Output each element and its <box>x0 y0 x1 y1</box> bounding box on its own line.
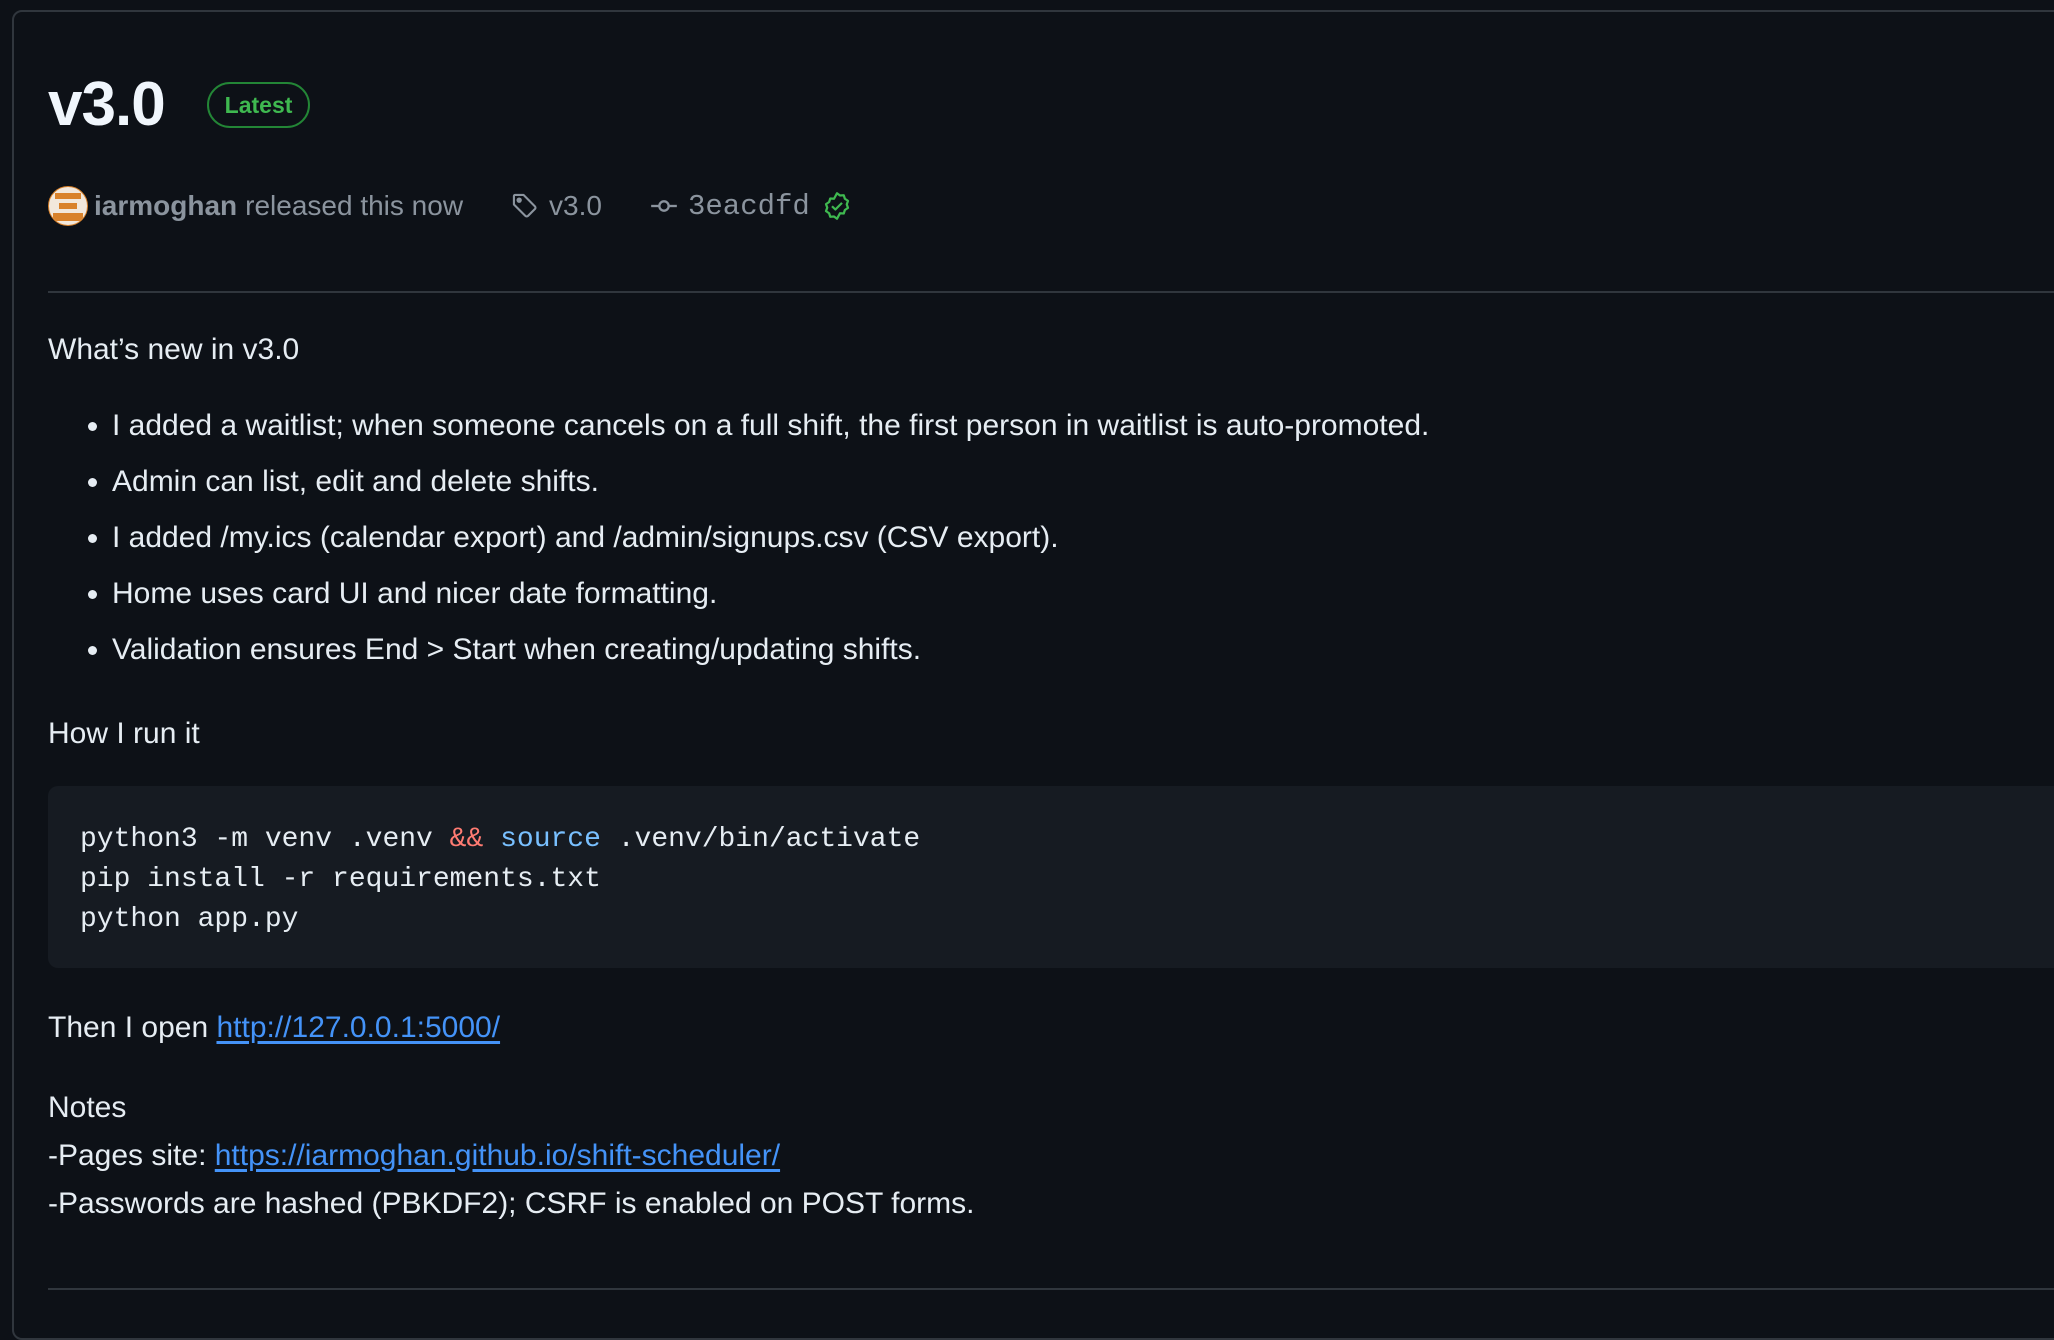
code-line-3: python app.py <box>80 904 299 935</box>
commit-link[interactable]: 3eacdfd <box>688 190 810 223</box>
tag-icon <box>511 192 539 220</box>
verified-icon[interactable] <box>822 191 852 221</box>
list-item: Validation ensures End > Start when crea… <box>112 630 1429 670</box>
avatar[interactable] <box>48 186 88 226</box>
released-text: released this now <box>245 190 464 221</box>
tag-link[interactable]: v3.0 <box>549 190 602 222</box>
latest-badge: Latest <box>206 82 311 128</box>
changes-list: I added a waitlist; when someone cancels… <box>48 406 1429 686</box>
localhost-link[interactable]: http://127.0.0.1:5000/ <box>216 1011 500 1044</box>
commit-icon <box>650 192 678 220</box>
list-item: Admin can list, edit and delete shifts. <box>112 462 1429 502</box>
release-meta: iarmoghan released this now v3.0 3eacdfd <box>48 184 852 228</box>
release-header: v3.0 Latest <box>48 70 311 140</box>
author-link[interactable]: iarmoghan <box>94 190 237 222</box>
code-block[interactable]: python3 -m venv .venv && source .venv/bi… <box>48 786 2054 968</box>
release-title[interactable]: v3.0 <box>48 70 166 140</box>
release-card: v3.0 Latest iarmoghan released this now … <box>12 10 2054 1340</box>
open-line: Then I open http://127.0.0.1:5000/ <box>48 1008 500 1048</box>
run-heading: How I run it <box>48 717 200 750</box>
whats-new-heading: What’s new in v3.0 <box>48 333 300 366</box>
footer-divider <box>48 1288 2054 1290</box>
list-item: I added a waitlist; when someone cancels… <box>112 406 1429 446</box>
header-divider <box>48 291 2054 293</box>
list-item: I added /my.ics (calendar export) and /a… <box>112 518 1429 558</box>
pages-site-link[interactable]: https://iarmoghan.github.io/shift-schedu… <box>215 1139 780 1172</box>
code-line-2: pip install -r requirements.txt <box>80 864 601 895</box>
pages-line: -Pages site: https://iarmoghan.github.io… <box>48 1136 780 1176</box>
notes-heading: Notes <box>48 1091 127 1124</box>
security-note: -Passwords are hashed (PBKDF2); CSRF is … <box>48 1187 975 1220</box>
pages-prefix: -Pages site: <box>48 1139 215 1172</box>
list-item: Home uses card UI and nicer date formatt… <box>112 574 1429 614</box>
code-line-1: python3 -m venv .venv && source .venv/bi… <box>80 824 921 855</box>
open-prefix: Then I open <box>48 1011 217 1044</box>
